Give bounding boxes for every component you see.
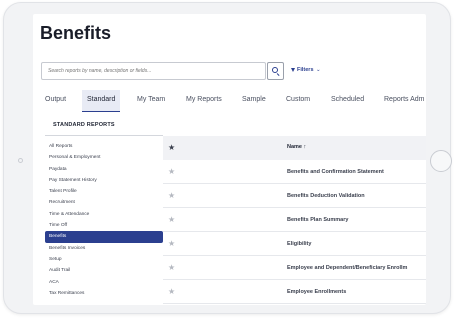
sidebar-item-setup[interactable]: Setup [45, 254, 163, 265]
star-icon[interactable]: ★ [168, 215, 175, 224]
app-screen: Benefits Filters ⌄ Output Standard My Te… [33, 14, 426, 305]
funnel-icon [291, 67, 295, 72]
star-icon[interactable]: ★ [168, 263, 175, 272]
sidebar: All Reports Personal & Employment Paydat… [45, 141, 163, 299]
star-icon[interactable]: ★ [168, 287, 175, 296]
sidebar-item-paydata[interactable]: Paydata [45, 164, 163, 175]
column-header-name[interactable]: Name ↑ [287, 144, 306, 150]
page-title: Benefits [40, 23, 112, 43]
tab-custom[interactable]: Custom [281, 90, 315, 112]
tab-my-reports[interactable]: My Reports [181, 90, 227, 112]
report-tabs: Output Standard My Team My Reports Sampl… [33, 90, 426, 112]
sidebar-item-tax-remittances[interactable]: Tax Remittances [45, 288, 163, 299]
report-name[interactable]: Eligibility [287, 241, 311, 247]
sidebar-header: STANDARD REPORTS [53, 122, 115, 128]
reports-table: ★ Name ↑ ★ Benefits and Confirmation Sta… [163, 136, 426, 304]
report-name[interactable]: Benefits and Confirmation Statement [287, 169, 384, 175]
divider [45, 135, 163, 136]
filters-button[interactable]: Filters ⌄ [291, 67, 321, 73]
home-button[interactable] [430, 150, 452, 172]
star-icon[interactable]: ★ [168, 143, 175, 152]
table-row[interactable]: ★ Benefits and Confirmation Statement [163, 160, 426, 184]
report-name[interactable]: Benefits Plan Summary [287, 217, 348, 223]
chevron-down-icon: ⌄ [316, 67, 321, 73]
sidebar-item-audit-trail[interactable]: Audit Trail [45, 265, 163, 276]
tablet-frame: Benefits Filters ⌄ Output Standard My Te… [3, 2, 452, 314]
sidebar-item-all-reports[interactable]: All Reports [45, 141, 163, 152]
sidebar-item-benefits-invoices[interactable]: Benefits Invoices [45, 243, 163, 254]
table-row[interactable]: ★ Employee Enrollments [163, 280, 426, 304]
sidebar-item-aca[interactable]: ACA [45, 277, 163, 288]
report-name[interactable]: Employee and Dependent/Beneficiary Enrol… [287, 265, 407, 271]
sidebar-item-pay-statement-history[interactable]: Pay Statement History [45, 175, 163, 186]
sidebar-item-benefits[interactable]: Benefits [45, 231, 163, 243]
table-row[interactable]: ★ Eligibility [163, 232, 426, 256]
sidebar-item-talent-profile[interactable]: Talent Profile [45, 186, 163, 197]
table-header: ★ Name ↑ [163, 136, 426, 160]
search-button[interactable] [267, 62, 284, 80]
tab-output[interactable]: Output [40, 90, 71, 112]
tab-sample[interactable]: Sample [237, 90, 271, 112]
table-row[interactable]: ★ Benefits Deduction Validation [163, 184, 426, 208]
report-name[interactable]: Employee Enrollments [287, 289, 346, 295]
search-input[interactable] [41, 62, 266, 80]
star-icon[interactable]: ★ [168, 167, 175, 176]
sidebar-item-personal-employment[interactable]: Personal & Employment [45, 152, 163, 163]
camera-dot [18, 158, 23, 163]
sidebar-item-time-attendance[interactable]: Time & Attendance [45, 209, 163, 220]
sidebar-item-time-off[interactable]: Time Off [45, 220, 163, 231]
star-icon[interactable]: ★ [168, 239, 175, 248]
sidebar-item-recruitment[interactable]: Recruitment [45, 197, 163, 208]
filters-label: Filters [297, 67, 314, 73]
tab-my-team[interactable]: My Team [132, 90, 170, 112]
star-icon[interactable]: ★ [168, 191, 175, 200]
tab-standard[interactable]: Standard [82, 90, 121, 112]
tab-reports-admin[interactable]: Reports Adm [379, 90, 426, 112]
report-name[interactable]: Benefits Deduction Validation [287, 193, 365, 199]
table-row[interactable]: ★ Employee and Dependent/Beneficiary Enr… [163, 256, 426, 280]
tab-scheduled[interactable]: Scheduled [326, 90, 369, 112]
table-row[interactable]: ★ Benefits Plan Summary [163, 208, 426, 232]
